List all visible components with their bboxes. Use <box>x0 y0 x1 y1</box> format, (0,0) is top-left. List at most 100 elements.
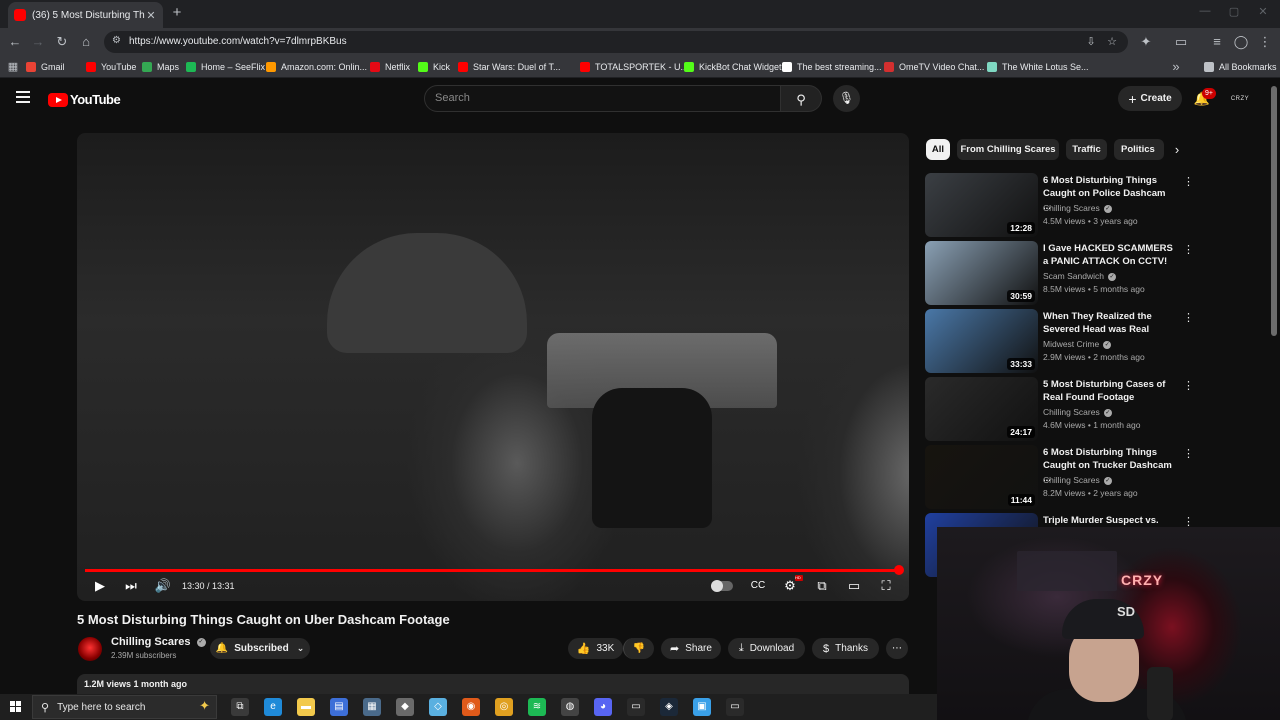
site-info-icon[interactable]: ⚙ <box>112 35 124 49</box>
chip-all[interactable]: All <box>926 139 950 160</box>
apps-grid-icon[interactable]: ▦ <box>4 58 22 76</box>
hamburger-menu-icon[interactable] <box>16 91 32 105</box>
like-button[interactable]: 👍 33K <box>568 638 623 659</box>
dislike-button[interactable]: 👎 <box>623 638 654 659</box>
bookmark-item[interactable]: The best streaming... <box>782 60 882 74</box>
recommendation-channel[interactable]: Scam Sandwich ✓ <box>1043 271 1116 281</box>
download-button[interactable]: ⤓ Download <box>728 638 805 659</box>
discord-icon[interactable]: ◕ <box>594 698 612 716</box>
miniplayer-icon[interactable]: ⧉ <box>812 577 832 595</box>
windows-start-icon[interactable] <box>10 701 22 713</box>
fullscreen-icon[interactable]: ⛶ <box>876 577 896 595</box>
recommendation-channel[interactable]: Chilling Scares ✓ <box>1043 203 1112 213</box>
progress-scrubber[interactable] <box>894 565 904 575</box>
bookmark-item[interactable]: Maps <box>142 60 179 74</box>
channel-name[interactable]: Chilling Scares ✓ <box>111 636 206 648</box>
next-video-icon[interactable]: ⏭ <box>121 577 141 595</box>
obs-icon[interactable]: ◍ <box>561 698 579 716</box>
profile-icon[interactable]: ◯ <box>1232 33 1250 51</box>
recommendation-thumbnail[interactable]: 24:17 <box>925 377 1038 441</box>
chip-traffic[interactable]: Traffic <box>1066 139 1107 160</box>
all-bookmarks[interactable]: All Bookmarks <box>1204 60 1277 74</box>
recommendation-thumbnail[interactable]: 33:33 <box>925 309 1038 373</box>
recommendation-thumbnail[interactable]: 30:59 <box>925 241 1038 305</box>
browser-menu-icon[interactable]: ⋮ <box>1256 33 1274 51</box>
install-app-icon[interactable]: ⇩ <box>1084 35 1098 49</box>
recommendation-title[interactable]: 5 Most Disturbing Cases of Real Found Fo… <box>1043 378 1173 404</box>
spotify-icon[interactable]: ≋ <box>528 698 546 716</box>
tab-close-icon[interactable]: ✕ <box>145 9 157 22</box>
home-icon[interactable]: ⌂ <box>77 33 95 51</box>
more-options-icon[interactable]: ⋮ <box>1183 311 1194 325</box>
chrome-icon[interactable]: ◎ <box>495 698 513 716</box>
recommendation-thumbnail[interactable]: 12:28 <box>925 173 1038 237</box>
bookmark-item[interactable]: KickBot Chat Widget <box>684 60 782 74</box>
browser-tab-active[interactable]: (36) 5 Most Disturbing Things Caught ✕ <box>8 2 163 28</box>
recommendation-title[interactable]: When They Realized the Severed Head was … <box>1043 310 1173 336</box>
taskbar-search-input[interactable]: ⚲ Type here to search ✦ <box>32 695 217 719</box>
search-input[interactable]: Search <box>424 85 781 112</box>
more-options-icon[interactable]: ⋮ <box>1183 379 1194 393</box>
more-options-icon[interactable]: ⋮ <box>1183 243 1194 257</box>
recommendation-channel[interactable]: Chilling Scares ✓ <box>1043 407 1112 417</box>
terminal-icon[interactable]: ▭ <box>627 698 645 716</box>
bookmark-item[interactable]: Netflix <box>370 60 410 74</box>
more-actions-icon[interactable]: ⋯ <box>886 638 908 659</box>
share-button[interactable]: ➦ Share <box>661 638 721 659</box>
video-player[interactable]: ▶ ⏭ 🔊 13:30 / 13:31 CC ⚙ HD ⧉ ▭ ⛶ <box>77 133 909 601</box>
more-options-icon[interactable]: ⋮ <box>1183 447 1194 461</box>
recommendation-channel[interactable]: Chilling Scares ✓ <box>1043 475 1112 485</box>
bookmark-item[interactable]: The White Lotus Se... <box>987 60 1089 74</box>
app-blue-icon[interactable]: ▤ <box>330 698 348 716</box>
bookmark-star-icon[interactable]: ☆ <box>1105 35 1119 49</box>
bookmark-item[interactable]: Kick <box>418 60 450 74</box>
steam-icon[interactable]: ◈ <box>660 698 678 716</box>
search-button[interactable]: ⚲ <box>781 85 822 112</box>
back-icon[interactable]: ← <box>6 33 24 51</box>
chevron-right-icon[interactable]: › <box>1168 139 1186 160</box>
recommendation-channel[interactable]: Midwest Crime ✓ <box>1043 339 1112 349</box>
bookmark-item[interactable]: YouTube <box>86 60 136 74</box>
recommendation-title[interactable]: I Gave HACKED SCAMMERS a PANIC ATTACK On… <box>1043 242 1173 268</box>
bookmark-item[interactable]: Amazon.com: Onlin... <box>266 60 367 74</box>
url-text[interactable]: https://www.youtube.com/watch?v=7dlmrpBK… <box>129 36 347 47</box>
calculator-icon[interactable]: ▦ <box>363 698 381 716</box>
bookmark-item[interactable]: Gmail <box>26 60 65 74</box>
terminal-2-icon[interactable]: ▭ <box>726 698 744 716</box>
app-cyan-icon[interactable]: ◇ <box>429 698 447 716</box>
bookmarks-overflow-icon[interactable]: » <box>1167 58 1185 76</box>
recommendation-item[interactable]: 33:33 When They Realized the Severed Head… <box>925 309 1195 373</box>
app-gray-icon[interactable]: ◆ <box>396 698 414 716</box>
maximize-icon[interactable]: ▢ <box>1224 5 1244 21</box>
progress-bar[interactable] <box>85 569 900 572</box>
file-explorer-icon[interactable]: ▬ <box>297 698 315 716</box>
account-avatar[interactable]: CRZY <box>1228 88 1252 110</box>
reload-icon[interactable]: ↻ <box>53 33 71 51</box>
recommendation-item[interactable]: 24:17 5 Most Disturbing Cases of Real Fou… <box>925 377 1195 441</box>
bookmark-item[interactable]: OmeTV Video Chat... <box>884 60 984 74</box>
page-scrollbar[interactable] <box>1271 86 1277 336</box>
brave-icon[interactable]: ◉ <box>462 698 480 716</box>
create-button[interactable]: + Create <box>1118 86 1182 111</box>
extensions-icon[interactable]: ✦ <box>1137 33 1155 51</box>
thanks-button[interactable]: $ Thanks <box>812 638 879 659</box>
subscribed-button[interactable]: 🔔 Subscribed ⌄ <box>210 638 310 659</box>
volume-icon[interactable]: 🔊 <box>153 577 173 595</box>
minimize-icon[interactable]: — <box>1195 5 1215 21</box>
edge-icon[interactable]: e <box>264 698 282 716</box>
recommendation-item[interactable]: 12:28 6 Most Disturbing Things Caught on … <box>925 173 1195 237</box>
url-omnibox[interactable]: ⚙ https://www.youtube.com/watch?v=7dlmrp… <box>104 31 1128 53</box>
media-icon[interactable]: ≡ <box>1208 33 1226 51</box>
play-icon[interactable]: ▶ <box>90 577 110 595</box>
theater-mode-icon[interactable]: ▭ <box>844 577 864 595</box>
autoplay-toggle[interactable] <box>711 580 733 592</box>
window-close-icon[interactable]: ✕ <box>1253 5 1273 21</box>
new-tab-button[interactable]: + <box>168 4 186 22</box>
bookmark-item[interactable]: Star Wars: Duel of T... <box>458 60 561 74</box>
youtube-logo[interactable]: YouTube <box>48 92 121 107</box>
recommendation-item[interactable]: 11:44 6 Most Disturbing Things Caught on … <box>925 445 1195 509</box>
cast-icon[interactable]: ▭ <box>1172 33 1190 51</box>
task-view-icon[interactable]: ⧉ <box>231 698 249 716</box>
chip-politics[interactable]: Politics <box>1114 139 1164 160</box>
bookmark-item[interactable]: TOTALSPORTEK - U... <box>580 60 688 74</box>
